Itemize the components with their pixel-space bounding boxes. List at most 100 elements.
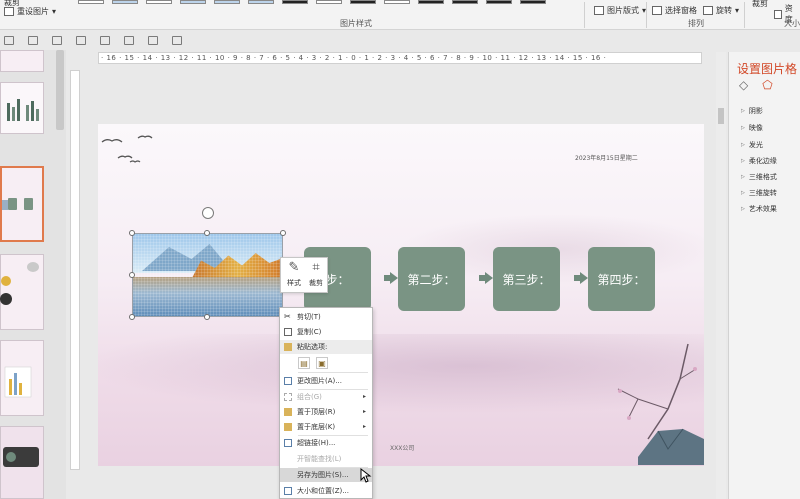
submenu-arrow-icon: ▸ xyxy=(362,393,366,400)
ribbon-adjust-group: 裁剪 重设图片 ▾ xyxy=(4,0,74,30)
menu-item-group[interactable]: 组合(G) ▸ xyxy=(280,390,372,404)
step-label-2: 第二步： xyxy=(407,272,456,287)
picture-style-thumb[interactable] xyxy=(78,0,104,4)
picture-style-thumb[interactable] xyxy=(418,0,444,4)
reset-icon[interactable] xyxy=(76,35,86,45)
menu-item-size-position[interactable]: 大小和位置(Z)... xyxy=(280,484,372,498)
resize-handle[interactable] xyxy=(280,230,286,236)
section-glow[interactable]: ▷ 发光 xyxy=(741,140,763,150)
resize-handle[interactable] xyxy=(129,272,135,278)
format-pane-tabs: ◇ ⬠ xyxy=(739,78,773,92)
save-as-picture-icon xyxy=(284,471,292,479)
picture-style-thumb[interactable] xyxy=(214,0,240,4)
transition-icon[interactable] xyxy=(148,35,158,45)
menu-item-save-as-picture[interactable]: 另存为图片(S)... xyxy=(280,468,372,482)
menu-item-send-to-back[interactable]: 置于底层(K) ▸ xyxy=(280,420,372,434)
picture-style-thumb[interactable] xyxy=(146,0,172,4)
step-box-3[interactable]: 第三步： xyxy=(493,247,560,311)
menu-item-smart-lookup-label: 开智能查找(L) xyxy=(297,455,342,463)
picture-layout-label: 图片版式 xyxy=(607,6,639,15)
scroll-thumb[interactable] xyxy=(718,108,724,124)
design-icon[interactable] xyxy=(124,35,134,45)
expand-arrow-icon: ▷ xyxy=(741,108,745,114)
reset-picture-button[interactable]: 重设图片 ▾ xyxy=(4,6,56,17)
clipboard-icon xyxy=(284,343,292,351)
change-picture-icon xyxy=(284,377,292,385)
section-artistic-effects[interactable]: ▷ 艺术效果 xyxy=(741,204,777,214)
rotate-button[interactable]: 旋转 ▾ xyxy=(703,5,739,16)
ribbon: 裁剪 重设图片 ▾ 图片样式 图片版式 ▾ 选择窗格 旋转 ▾ 排列 裁剪 资度… xyxy=(0,0,800,30)
rotate-handle-icon[interactable] xyxy=(202,207,214,219)
slide-thumbnail[interactable] xyxy=(0,82,44,134)
slide-thumbnail-chart xyxy=(4,366,32,398)
mini-toolbar: ✎ 样式 ⌗ 裁剪 xyxy=(280,257,328,293)
resize-handle[interactable] xyxy=(129,230,135,236)
step-box-2[interactable]: 第二步： xyxy=(398,247,465,311)
slide-thumbnail[interactable] xyxy=(0,340,44,416)
section-soft-edges[interactable]: ▷ 柔化边缘 xyxy=(741,156,777,166)
menu-item-cut[interactable]: ✂ 剪切(T) xyxy=(280,310,372,324)
selection-pane-button[interactable]: 选择窗格 xyxy=(652,5,697,16)
picture-style-thumb[interactable] xyxy=(350,0,376,4)
picture-style-thumb[interactable] xyxy=(112,0,138,4)
find-icon[interactable] xyxy=(100,35,110,45)
resize-handle[interactable] xyxy=(204,314,210,320)
picture-style-thumb[interactable] xyxy=(282,0,308,4)
picture-style-thumb[interactable] xyxy=(452,0,478,4)
menu-separator xyxy=(298,372,368,373)
slide-thumbnail[interactable] xyxy=(0,426,44,499)
menu-item-copy[interactable]: 复制(C) xyxy=(280,325,372,339)
expand-arrow-icon: ▷ xyxy=(741,125,745,131)
view-toolbar xyxy=(0,31,230,49)
step-box-4[interactable]: 第四步： xyxy=(588,247,655,311)
notes-icon[interactable] xyxy=(172,35,182,45)
crop-button[interactable]: 裁剪 xyxy=(752,0,768,9)
layout-icon[interactable] xyxy=(28,35,38,45)
section-icon[interactable] xyxy=(52,35,62,45)
paste-picture-icon[interactable]: ▣ xyxy=(316,357,328,369)
group-label-size: 大小 xyxy=(784,19,800,28)
style-brush-icon: ✎ xyxy=(288,260,300,275)
section-reflection[interactable]: ▷ 映像 xyxy=(741,123,763,133)
fill-line-tab-icon[interactable]: ◇ xyxy=(739,78,748,92)
link-icon xyxy=(284,439,292,447)
picture-layout-button[interactable]: 图片版式 ▾ xyxy=(594,5,646,16)
crop-mini-button[interactable]: ⌗ 裁剪 xyxy=(305,260,327,292)
picture-style-thumb[interactable] xyxy=(520,0,546,4)
section-3d-rotation[interactable]: ▷ 三维旋转 xyxy=(741,188,777,198)
menu-item-hyperlink[interactable]: 超链接(H)... xyxy=(280,436,372,450)
section-shadow[interactable]: ▷ 阴影 xyxy=(741,106,763,116)
slide-footer: XXX公司 xyxy=(390,445,415,452)
ribbon-separator xyxy=(646,2,647,28)
picture-style-thumb[interactable] xyxy=(384,0,410,4)
picture-style-gallery[interactable] xyxy=(78,0,546,4)
slide-thumbnail[interactable] xyxy=(0,254,44,330)
vertical-scrollbar[interactable] xyxy=(716,52,726,499)
reset-picture-label: 重设图片 xyxy=(17,7,49,16)
slide-canvas[interactable]: 2023年8月15日星期二 步： 第二步： 第三步： 第四步： XXX公司 xyxy=(98,124,704,466)
menu-item-change-picture-label: 更改图片(A)... xyxy=(297,377,342,385)
style-button[interactable]: ✎ 样式 xyxy=(283,260,305,292)
picture-style-thumb[interactable] xyxy=(180,0,206,4)
menu-item-change-picture[interactable]: 更改图片(A)... xyxy=(280,374,372,388)
section-3d-format-label: 三维格式 xyxy=(748,173,777,181)
menu-item-smart-lookup[interactable]: 开智能查找(L) xyxy=(280,452,372,466)
picture-style-thumb[interactable] xyxy=(486,0,512,4)
steps-thumbnail-icon xyxy=(2,198,33,210)
slide-thumbnail[interactable] xyxy=(0,50,44,72)
effects-tab-icon[interactable]: ⬠ xyxy=(762,78,772,92)
slide-thumbnail-active[interactable] xyxy=(0,166,44,242)
new-slide-icon[interactable] xyxy=(4,35,14,45)
step-label-1: 步： xyxy=(325,272,350,287)
picture-style-thumb[interactable] xyxy=(248,0,274,4)
slide-panel-scrollbar[interactable] xyxy=(56,50,64,130)
submenu-arrow-icon: ▸ xyxy=(362,423,366,430)
menu-item-send-to-back-label: 置于底层(K) xyxy=(297,423,336,431)
resize-handle[interactable] xyxy=(204,230,210,236)
resize-handle[interactable] xyxy=(129,314,135,320)
section-3d-format[interactable]: ▷ 三维格式 xyxy=(741,172,777,182)
paste-keep-format-icon[interactable]: ▤ xyxy=(298,357,310,369)
menu-item-bring-to-front[interactable]: 置于顶层(R) ▸ xyxy=(280,405,372,419)
menu-item-size-position-label: 大小和位置(Z)... xyxy=(297,487,349,495)
picture-style-thumb[interactable] xyxy=(316,0,342,4)
